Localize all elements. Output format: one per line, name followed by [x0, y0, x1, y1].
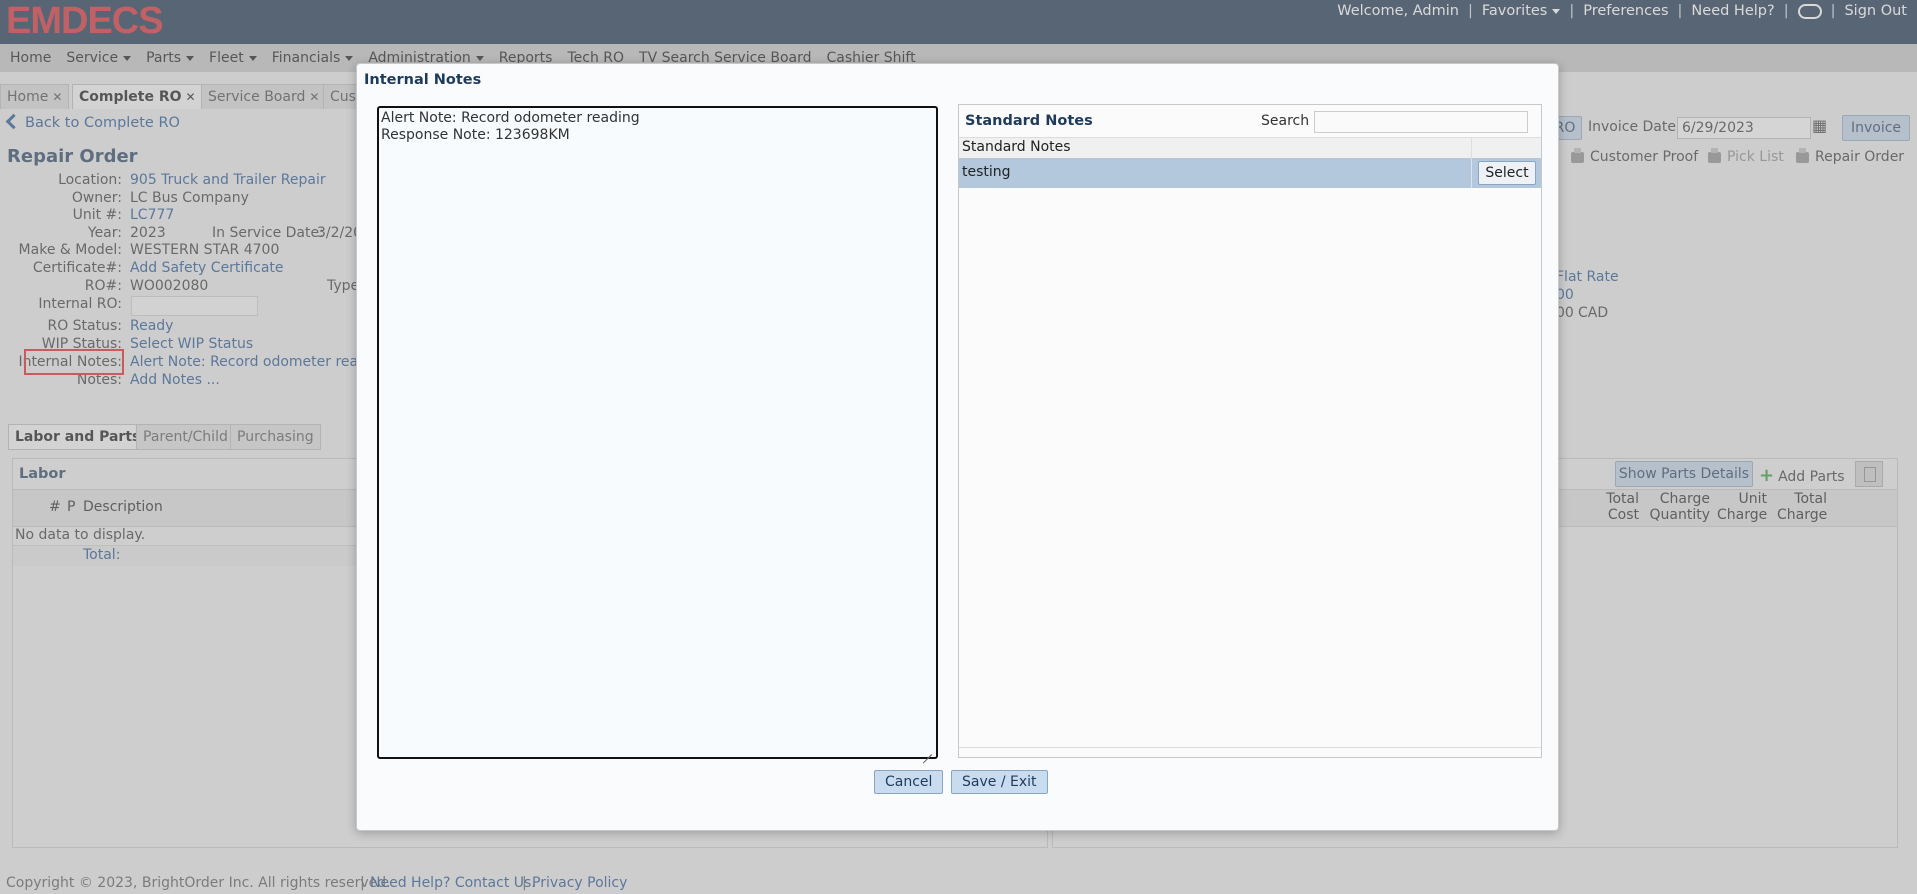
grid-footer-line [959, 747, 1541, 748]
col-standard-notes: Standard Notes [962, 139, 1071, 155]
column-divider [1471, 158, 1472, 188]
dialog-title: Internal Notes [364, 72, 482, 88]
select-button[interactable]: Select [1478, 161, 1536, 185]
internal-notes-textarea[interactable]: Alert Note: Record odometer reading Resp… [377, 106, 938, 759]
standard-note-text: testing [962, 164, 1011, 180]
standard-notes-panel: Standard Notes Search Standard Notes tes… [958, 104, 1542, 758]
search-input[interactable] [1314, 111, 1528, 133]
cancel-button[interactable]: Cancel [874, 770, 944, 794]
standard-notes-grid-header: Standard Notes [959, 137, 1541, 159]
save-exit-button[interactable]: Save / Exit [951, 770, 1048, 794]
search-label: Search [1261, 113, 1310, 129]
internal-notes-dialog: Internal Notes Alert Note: Record odomet… [356, 63, 1559, 831]
resize-handle-icon[interactable] [923, 746, 933, 756]
column-divider [1471, 138, 1472, 158]
standard-notes-title: Standard Notes [965, 113, 1093, 129]
table-row[interactable]: testing Select [959, 158, 1541, 188]
